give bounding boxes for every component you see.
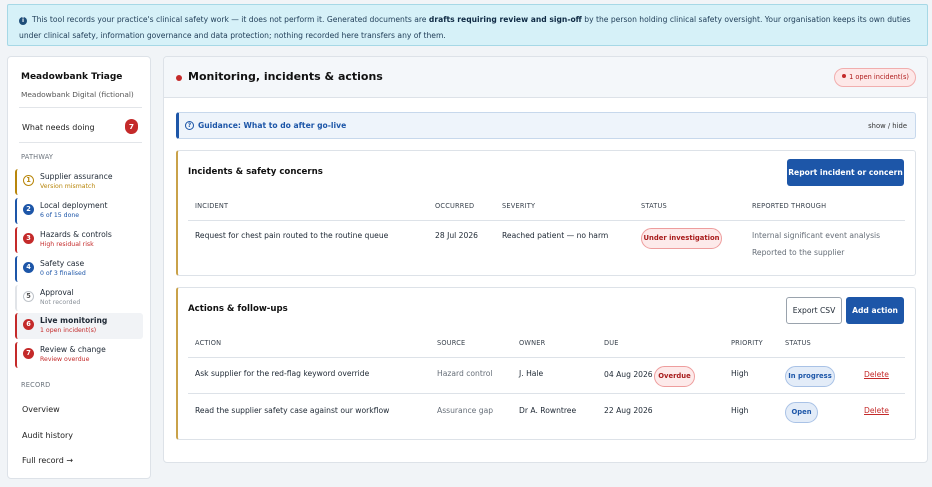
badge-dot-icon [842,74,847,78]
incident-reported-through: Internal significant event analysis [752,231,881,240]
delete-action-link[interactable]: Delete [864,406,889,415]
export-csv-button[interactable]: Export CSV [786,297,842,324]
table-header-divider [188,357,905,358]
sidebar-step-local-deployment[interactable]: 2 Local deployment 6 of 15 done [15,198,143,224]
incident-status-badge: Under investigation [641,228,722,249]
status-dot-icon [176,75,182,81]
action-priority: High [731,406,749,415]
page-header: Monitoring, incidents & actions 1 open i… [164,57,927,98]
guidance-toggle-link[interactable]: show / hide [868,122,907,130]
overdue-badge: Overdue [654,366,695,387]
step-status: 6 of 15 done [40,212,80,219]
step-title: Review & change [40,345,106,354]
guidance-title: Guidance: What to do after go-live [198,121,347,130]
step-number-icon: 1 [23,175,34,186]
main-panel: Monitoring, incidents & actions 1 open i… [163,56,928,463]
actions-card-title: Actions & follow-ups [188,304,288,314]
step-number-icon: 6 [23,319,34,330]
incident-description: Request for chest pain routed to the rou… [195,231,389,240]
step-status: High residual risk [40,241,94,248]
sidebar-divider [19,107,142,108]
step-title: Local deployment [40,201,108,210]
incidents-card: Incidents & safety concerns Report incid… [176,150,916,276]
action-owner: J. Hale [519,369,544,378]
incident-reported-through: Reported to the supplier [752,248,845,257]
column-header-priority: PRIORITY [731,339,763,347]
step-title: Supplier assurance [40,172,113,181]
table-row-divider [188,393,905,394]
step-title: Hazards & controls [40,230,112,239]
action-status-badge: Open [785,402,818,423]
step-number-icon: 3 [23,233,34,244]
sidebar-step-live-monitoring[interactable]: 6 Live monitoring 1 open incident(s) [15,313,143,339]
page-title: Monitoring, incidents & actions [188,70,383,83]
step-title: Live monitoring [40,316,108,325]
sidebar-step-review-change[interactable]: 7 Review & change Review overdue [15,342,143,368]
step-status: Version mismatch [40,183,96,190]
action-owner: Dr A. Rowntree [519,406,577,415]
action-description: Ask supplier for the red-flag keyword ov… [195,369,370,378]
step-status: Not recorded [40,299,81,306]
step-title: Safety case [40,259,85,268]
sidebar-divider [19,142,142,143]
column-header-action: ACTION [195,339,222,347]
info-icon: i [19,17,27,25]
step-number-icon: 4 [23,262,34,273]
actions-card: Actions & follow-ups Export CSV Add acti… [176,287,916,440]
sidebar: Meadowbank Triage Meadowbank Digital (fi… [7,56,151,479]
app-subtitle: Meadowbank Digital (fictional) [21,90,134,99]
step-number-icon: 2 [23,204,34,215]
step-status: 1 open incident(s) [40,327,97,334]
sidebar-link-audit-history[interactable]: Audit history [22,431,73,440]
delete-action-link[interactable]: Delete [864,370,889,379]
action-status-badge: In progress [785,366,835,387]
question-icon: ? [185,121,194,130]
action-due-date: 04 Aug 2026 [604,370,653,379]
action-due-date: 22 Aug 2026 [604,406,653,415]
step-title: Approval [40,288,74,297]
column-header-due: DUE [604,339,619,347]
step-number-icon: 7 [23,348,34,359]
report-incident-button[interactable]: Report incident or concern [787,159,904,186]
notice-text-bold: drafts requiring review and sign-off [428,15,582,24]
sidebar-link-full-record[interactable]: Full record → [22,456,73,465]
column-header-status: STATUS [641,202,667,210]
open-incidents-text: 1 open incident(s) [849,73,909,81]
app-name: Meadowbank Triage [21,72,123,82]
column-header-reported-through: REPORTED THROUGH [752,202,827,210]
record-section-label: RECORD [21,381,51,389]
column-header-incident: INCIDENT [195,202,229,210]
step-number-icon: 5 [23,291,34,302]
action-description: Read the supplier safety case against ou… [195,406,390,415]
disclaimer-notice: i This tool records your practice's clini… [7,4,928,46]
incident-occurred-date: 28 Jul 2026 [435,231,478,240]
pathway-section-label: PATHWAY [21,153,54,161]
notice-text-before: This tool records your practice's clinic… [32,15,429,24]
sidebar-step-hazards-controls[interactable]: 3 Hazards & controls High residual risk [15,227,143,253]
table-header-divider [188,220,905,221]
add-action-button[interactable]: Add action [846,297,904,324]
incidents-card-title: Incidents & safety concerns [188,167,323,177]
open-incidents-badge: 1 open incident(s) [834,68,916,87]
step-status: 0 of 3 finalised [40,270,86,277]
column-header-owner: OWNER [519,339,546,347]
column-header-source: SOURCE [437,339,466,347]
sidebar-item-what-needs-doing[interactable]: What needs doing [22,123,95,132]
incident-severity: Reached patient — no harm [502,231,609,240]
column-header-occurred: OCCURRED [435,202,475,210]
sidebar-step-approval[interactable]: 5 Approval Not recorded [15,285,143,311]
sidebar-step-supplier-assurance[interactable]: 1 Supplier assurance Version mismatch [15,169,143,195]
what-needs-doing-count-badge: 7 [125,119,138,134]
column-header-status: STATUS [785,339,811,347]
step-status: Review overdue [40,356,90,363]
column-header-severity: SEVERITY [502,202,536,210]
action-priority: High [731,369,749,378]
sidebar-step-safety-case[interactable]: 4 Safety case 0 of 3 finalised [15,256,143,282]
action-source: Assurance gap [437,406,494,415]
sidebar-link-overview[interactable]: Overview [22,405,60,414]
guidance-panel[interactable]: ? Guidance: What to do after go-live sho… [176,112,916,139]
action-source: Hazard control [437,369,493,378]
